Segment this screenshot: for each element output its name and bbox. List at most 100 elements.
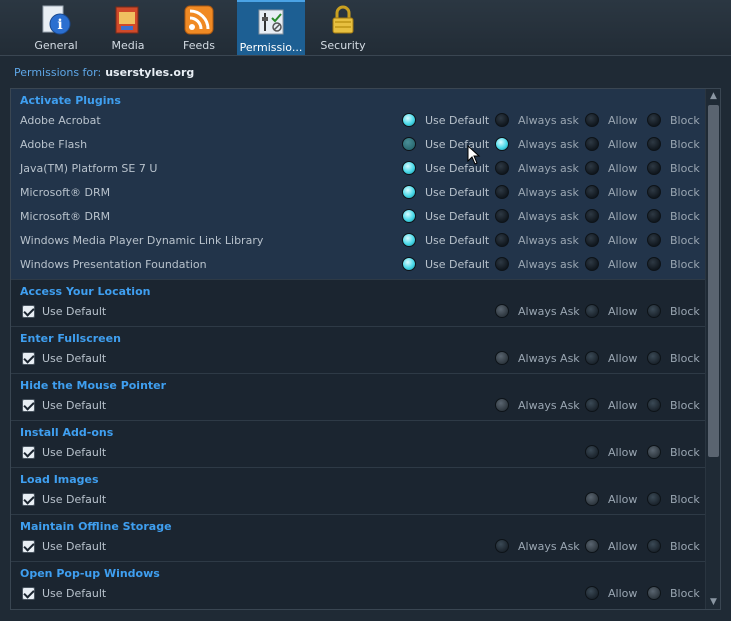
radio-allow[interactable]: [585, 398, 599, 412]
radio-allow[interactable]: [585, 185, 599, 199]
tab-label: Security: [320, 39, 366, 52]
radio-block[interactable]: [647, 492, 661, 506]
radio-label: Allow: [608, 399, 638, 412]
radio-use-default[interactable]: [402, 257, 416, 271]
use-default-checkbox[interactable]: [22, 446, 35, 459]
plugin-name: Adobe Flash: [20, 138, 88, 151]
radio-label: Always Ask: [518, 399, 580, 412]
radio-label: Allow: [608, 493, 638, 506]
plugin-row: Adobe Acrobat Use Default Always ask Allow B…: [11, 111, 705, 135]
use-default-checkbox[interactable]: [22, 493, 35, 506]
tab-label: General: [34, 39, 78, 52]
permissions-icon: [258, 9, 284, 35]
plugin-row: Windows Media Player Dynamic Link Librar…: [11, 231, 705, 255]
radio-allow[interactable]: [585, 539, 599, 553]
radio-use-default[interactable]: [402, 209, 416, 223]
radio-always-ask[interactable]: [495, 185, 509, 199]
radio-allow[interactable]: [585, 257, 599, 271]
use-default-checkbox[interactable]: [22, 587, 35, 600]
radio-block[interactable]: [647, 233, 661, 247]
radio-always-ask[interactable]: [495, 137, 509, 151]
radio-label: Allow: [608, 138, 638, 151]
scrollbar[interactable]: ▲ ▼: [705, 89, 720, 609]
radio-allow[interactable]: [585, 137, 599, 151]
scroll-up-icon[interactable]: ▲: [706, 89, 720, 103]
radio-always-ask[interactable]: [495, 233, 509, 247]
radio-label: Allow: [608, 258, 638, 271]
radio-allow[interactable]: [585, 445, 599, 459]
radio-always-ask[interactable]: [495, 304, 509, 318]
permissions-for-label: Permissions for:: [14, 66, 102, 79]
radio-label: Block: [670, 258, 700, 271]
use-default-label: Use Default: [42, 399, 107, 412]
radio-always-ask[interactable]: [495, 257, 509, 271]
plugin-name: Microsoft® DRM: [20, 210, 111, 223]
radio-use-default[interactable]: [402, 137, 416, 151]
info-icon: i: [42, 5, 71, 35]
plugin-name: Windows Media Player Dynamic Link Librar…: [20, 234, 264, 247]
radio-block[interactable]: [647, 398, 661, 412]
radio-label: Block: [670, 352, 700, 365]
radio-label: Allow: [608, 186, 638, 199]
radio-allow[interactable]: [585, 161, 599, 175]
use-default-label: Use Default: [42, 587, 107, 600]
radio-use-default[interactable]: [402, 161, 416, 175]
radio-allow[interactable]: [585, 492, 599, 506]
radio-always-ask[interactable]: [495, 351, 509, 365]
tab-permissions[interactable]: Permissio...: [237, 0, 305, 55]
radio-allow[interactable]: [585, 233, 599, 247]
radio-always-ask[interactable]: [495, 539, 509, 553]
permissions-list[interactable]: Activate Plugins Adobe Acrobat Use Defaul…: [10, 88, 721, 610]
radio-block[interactable]: [647, 137, 661, 151]
radio-block[interactable]: [647, 113, 661, 127]
radio-always-ask[interactable]: [495, 113, 509, 127]
plugin-name: Windows Presentation Foundation: [20, 258, 207, 271]
radio-allow[interactable]: [585, 113, 599, 127]
tab-security[interactable]: Security: [309, 0, 377, 55]
tab-general[interactable]: i General: [22, 0, 90, 55]
radio-label: Allow: [608, 587, 638, 600]
permission-section: Hide the Mouse Pointer Use Default Always …: [11, 373, 705, 420]
radio-always-ask[interactable]: [495, 398, 509, 412]
radio-always-ask[interactable]: [495, 209, 509, 223]
radio-use-default[interactable]: [402, 113, 416, 127]
site-name: userstyles.org: [105, 66, 195, 79]
toolbar: i General Media Feeds Permissio... Secur…: [0, 0, 731, 56]
scroll-down-icon[interactable]: ▼: [706, 595, 720, 609]
radio-label: Always Ask: [518, 540, 580, 553]
radio-block[interactable]: [647, 185, 661, 199]
radio-label: Block: [670, 587, 700, 600]
radio-allow[interactable]: [585, 586, 599, 600]
use-default-checkbox[interactable]: [22, 399, 35, 412]
section-title: Open Pop-up Windows: [20, 567, 160, 580]
radio-label: Allow: [608, 305, 638, 318]
svg-text:i: i: [57, 17, 62, 33]
radio-block[interactable]: [647, 209, 661, 223]
radio-label: Block: [670, 186, 700, 199]
use-default-checkbox[interactable]: [22, 540, 35, 553]
radio-block[interactable]: [647, 539, 661, 553]
radio-use-default[interactable]: [402, 233, 416, 247]
radio-use-default[interactable]: [402, 185, 416, 199]
radio-block[interactable]: [647, 586, 661, 600]
radio-block[interactable]: [647, 445, 661, 459]
permission-section: Access Your Location Use Default Always As…: [11, 279, 705, 326]
radio-block[interactable]: [647, 161, 661, 175]
scrollbar-thumb[interactable]: [708, 105, 719, 457]
radio-always-ask[interactable]: [495, 161, 509, 175]
radio-allow[interactable]: [585, 209, 599, 223]
radio-label: Always ask: [518, 162, 579, 175]
use-default-checkbox[interactable]: [22, 352, 35, 365]
radio-allow[interactable]: [585, 351, 599, 365]
rss-icon: [184, 5, 214, 35]
tab-media[interactable]: Media: [94, 0, 162, 55]
tab-feeds[interactable]: Feeds: [165, 0, 233, 55]
section-title: Maintain Offline Storage: [20, 520, 172, 533]
radio-block[interactable]: [647, 304, 661, 318]
radio-block[interactable]: [647, 351, 661, 365]
section-title: Load Images: [20, 473, 99, 486]
radio-block[interactable]: [647, 257, 661, 271]
use-default-checkbox[interactable]: [22, 305, 35, 318]
radio-allow[interactable]: [585, 304, 599, 318]
section-title: Access Your Location: [20, 285, 151, 298]
